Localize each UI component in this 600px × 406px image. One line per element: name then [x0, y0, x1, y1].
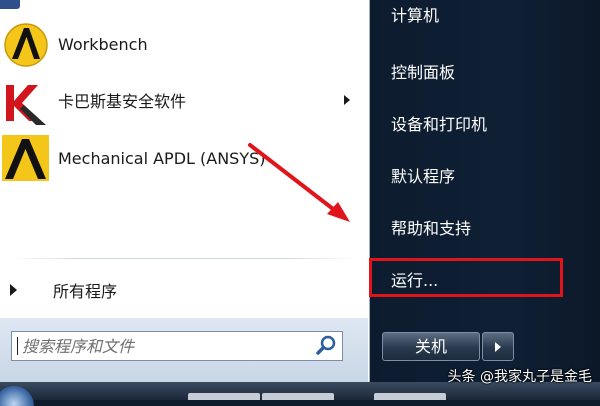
run-highlight-box: [369, 258, 563, 297]
start-menu-programs-pane: Workbench 卡巴斯基安全软件 Mechanical APDL (ANSY…: [0, 0, 370, 382]
submenu-arrow-icon[interactable]: [344, 95, 350, 105]
devices-printers-link[interactable]: 设备和打印机: [391, 111, 487, 135]
search-area: [0, 318, 368, 382]
divider: [10, 258, 355, 259]
default-programs-link[interactable]: 默认程序: [391, 163, 455, 187]
all-programs-button[interactable]: 所有程序: [0, 272, 368, 308]
expand-arrow-icon: [10, 284, 17, 296]
program-label: 卡巴斯基安全软件: [58, 92, 187, 111]
all-programs-label: 所有程序: [53, 282, 118, 301]
search-input[interactable]: [22, 336, 314, 356]
search-box[interactable]: [11, 331, 343, 361]
taskbar-button[interactable]: [188, 393, 260, 400]
taskbar-button[interactable]: [262, 393, 334, 400]
program-label: Mechanical APDL (ANSYS): [58, 148, 266, 168]
help-support-link[interactable]: 帮助和支持: [391, 215, 471, 239]
program-item-workbench[interactable]: Workbench: [0, 16, 368, 72]
workbench-logo-icon: [2, 19, 52, 69]
program-item-mechanical-apdl[interactable]: Mechanical APDL (ANSYS): [0, 130, 368, 186]
taskbar-button[interactable]: [374, 393, 446, 400]
partial-program-icon: [0, 0, 20, 9]
program-item-kaspersky[interactable]: 卡巴斯基安全软件: [0, 72, 368, 128]
start-menu-places-pane: [370, 0, 600, 382]
search-icon[interactable]: [314, 334, 338, 358]
kaspersky-logo-icon: [2, 75, 52, 125]
program-label: Workbench: [58, 34, 148, 54]
chevron-right-icon: [495, 341, 501, 352]
text-caret: [17, 337, 18, 355]
watermark: 头条 @我家丸子是金毛: [447, 369, 592, 385]
ansys-apdl-logo-icon: [2, 133, 52, 183]
shutdown-options-button[interactable]: [482, 332, 514, 361]
computer-link[interactable]: 计算机: [391, 2, 439, 26]
control-panel-link[interactable]: 控制面板: [391, 59, 455, 83]
shutdown-button[interactable]: 关机: [382, 332, 480, 361]
